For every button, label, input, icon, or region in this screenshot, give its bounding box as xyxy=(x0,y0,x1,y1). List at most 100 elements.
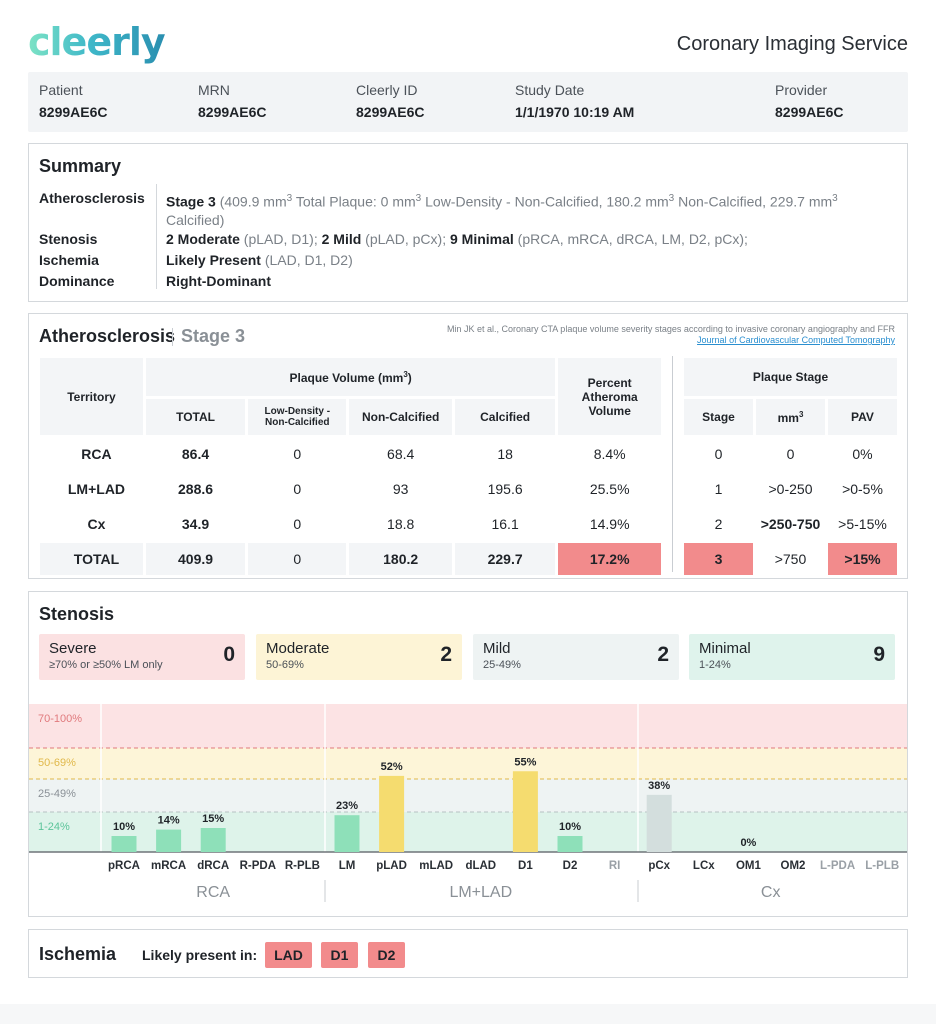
mrn-field: MRN 8299AE6C xyxy=(198,82,267,120)
severe-box: Severe ≥70% or ≥50% LM only 0 xyxy=(39,634,245,680)
mrn-label: MRN xyxy=(198,82,230,98)
stenosis-bar-pCx xyxy=(646,794,672,852)
severity-range: 25-49% xyxy=(483,659,521,671)
severity-count: 9 xyxy=(873,643,885,666)
low-density-cell: 0 xyxy=(248,543,347,575)
atherosclerosis-detail: Total Plaque: 0 mm xyxy=(292,193,416,210)
pav-header: Percent Atheroma Volume xyxy=(558,358,661,435)
calcified-header: Calcified xyxy=(454,399,556,435)
bar-value-label: 52% xyxy=(381,761,403,773)
territory-cell: RCA xyxy=(40,438,143,470)
pav-range-cell: >0-5% xyxy=(828,473,897,505)
table-row: 3 >750 >15% xyxy=(684,543,897,575)
severity-name: Minimal xyxy=(699,640,751,657)
territory-cell: LM+LAD xyxy=(40,473,143,505)
atherosclerosis-stage-label: Stage 3 xyxy=(181,326,246,346)
low-density-header-line: Low-Density - xyxy=(264,406,331,417)
territory-header: Territory xyxy=(40,358,143,435)
atherosclerosis-card: Atherosclerosis Stage 3 Min JK et al., C… xyxy=(28,313,908,579)
plaque-volume-table: Territory Plaque Volume (mm3) Percent Ath… xyxy=(37,355,664,578)
territory-cell: TOTAL xyxy=(40,543,143,575)
severity-range: ≥70% or ≥50% LM only xyxy=(49,659,163,671)
severity-count: 0 xyxy=(223,643,235,666)
stenosis-bar-pLAD xyxy=(379,775,405,852)
stenosis-summary: 2 Moderate (pLAD, D1); 2 Mild (pLAD, pCx… xyxy=(166,230,896,248)
calcified-cell: 195.6 xyxy=(454,473,556,505)
ischemia-list: (LAD, D1, D2) xyxy=(260,252,353,268)
bar-value-label: 14% xyxy=(158,815,180,827)
non-calcified-header: Non-Calcified xyxy=(349,399,452,435)
non-calcified-cell: 68.4 xyxy=(349,438,452,470)
ischemia-tag-d1: D1 xyxy=(321,942,358,968)
bar-value-label: 38% xyxy=(648,780,670,792)
total-cell: 409.9 xyxy=(145,543,246,575)
pav-header-line: Volume xyxy=(588,403,631,418)
cleerly-id-field: Cleerly ID 8299AE6C xyxy=(356,82,425,120)
low-density-header: Low-Density - Non-Calcified xyxy=(248,399,347,435)
atherosclerosis-title: Atherosclerosis xyxy=(39,326,176,346)
stenosis-moderate: 2 Moderate xyxy=(166,231,240,247)
page-footer-strip xyxy=(0,1004,936,1024)
patient-label: Patient xyxy=(39,82,83,98)
ischemia-text: Likely present in: xyxy=(142,947,258,963)
segment-label: OM2 xyxy=(781,860,806,872)
cleerly-logo: cleerly xyxy=(28,20,166,64)
provider-label: Provider xyxy=(775,82,828,98)
stenosis-band xyxy=(29,779,907,812)
segment-label: pRCA xyxy=(108,860,140,872)
non-calcified-cell: 180.2 xyxy=(349,543,452,575)
segment-label: pLAD xyxy=(376,860,407,872)
severity-range: 1-24% xyxy=(699,659,731,671)
segment-label: dLAD xyxy=(465,860,496,872)
atherosclerosis-detail: Non-Calcified, 229.7 mm xyxy=(674,193,833,210)
superscript: 3 xyxy=(798,409,804,419)
report-header: cleerly Coronary Imaging Service xyxy=(0,0,936,70)
table-row: RCA 86.4 0 68.4 18 8.4% xyxy=(40,438,661,470)
severity-name: Mild xyxy=(483,640,511,657)
stenosis-bar-D1 xyxy=(512,771,538,852)
service-title: Coronary Imaging Service xyxy=(676,33,908,55)
ischemia-title: Ischemia xyxy=(39,944,117,964)
dominance-label: Dominance xyxy=(39,273,115,289)
dominance-summary: Right-Dominant xyxy=(166,272,896,290)
segment-label: OM1 xyxy=(736,860,762,872)
bar-value-label: 23% xyxy=(336,800,358,812)
cleerly-id-value: 8299AE6C xyxy=(356,104,425,120)
stenosis-mild: 2 Mild xyxy=(321,231,362,247)
ischemia-tag-d2: D2 xyxy=(368,942,405,968)
provider-value: 8299AE6C xyxy=(775,104,844,120)
pav-cell: 17.2% xyxy=(558,543,661,575)
segment-label: L-PDA xyxy=(820,860,855,872)
atherosclerosis-stage: Stage 3 xyxy=(166,193,216,210)
low-density-header-line: Non-Calcified xyxy=(265,417,330,428)
stenosis-label: Stenosis xyxy=(39,231,98,247)
stage-cell: 3 xyxy=(684,543,753,575)
study-date-label: Study Date xyxy=(515,82,585,98)
territory-cell: Cx xyxy=(40,508,143,540)
study-date-field: Study Date 1/1/1970 10:19 AM xyxy=(515,82,634,120)
territory-group-label: RCA xyxy=(196,884,230,901)
stenosis-minimal-list: (pRCA, mRCA, dRCA, LM, D2, pCx); xyxy=(513,231,748,247)
atherosclerosis-detail: Calcified) xyxy=(166,211,225,228)
segment-label: RI xyxy=(609,860,621,872)
stenosis-title: Stenosis xyxy=(39,604,115,624)
atherosclerosis-detail: Low-Density - Non-Calcified, 180.2 mm xyxy=(421,193,669,210)
citation-link[interactable]: Journal of Cardiovascular Computed Tomog… xyxy=(447,335,895,346)
provider-field: Provider 8299AE6C xyxy=(775,82,844,120)
low-density-cell: 0 xyxy=(248,438,347,470)
pav-header-line: Percent xyxy=(587,375,632,390)
segment-label: D2 xyxy=(563,860,578,872)
dominance-value: Right-Dominant xyxy=(166,273,271,289)
segment-label: LCx xyxy=(693,860,715,872)
total-cell: 86.4 xyxy=(145,438,246,470)
pav-range-cell: 0% xyxy=(828,438,897,470)
table-row: LM+LAD 288.6 0 93 195.6 25.5% xyxy=(40,473,661,505)
ischemia-label: Ischemia xyxy=(39,252,99,268)
title-separator xyxy=(172,328,173,346)
atherosclerosis-detail: (409.9 mm xyxy=(215,193,287,210)
mm-cell: >250-750 xyxy=(756,508,825,540)
segment-label: R-PDA xyxy=(240,860,276,872)
bar-value-label: 0% xyxy=(740,837,756,849)
summary-title: Summary xyxy=(39,156,122,176)
stenosis-mild-list: (pLAD, pCx); xyxy=(361,231,450,247)
